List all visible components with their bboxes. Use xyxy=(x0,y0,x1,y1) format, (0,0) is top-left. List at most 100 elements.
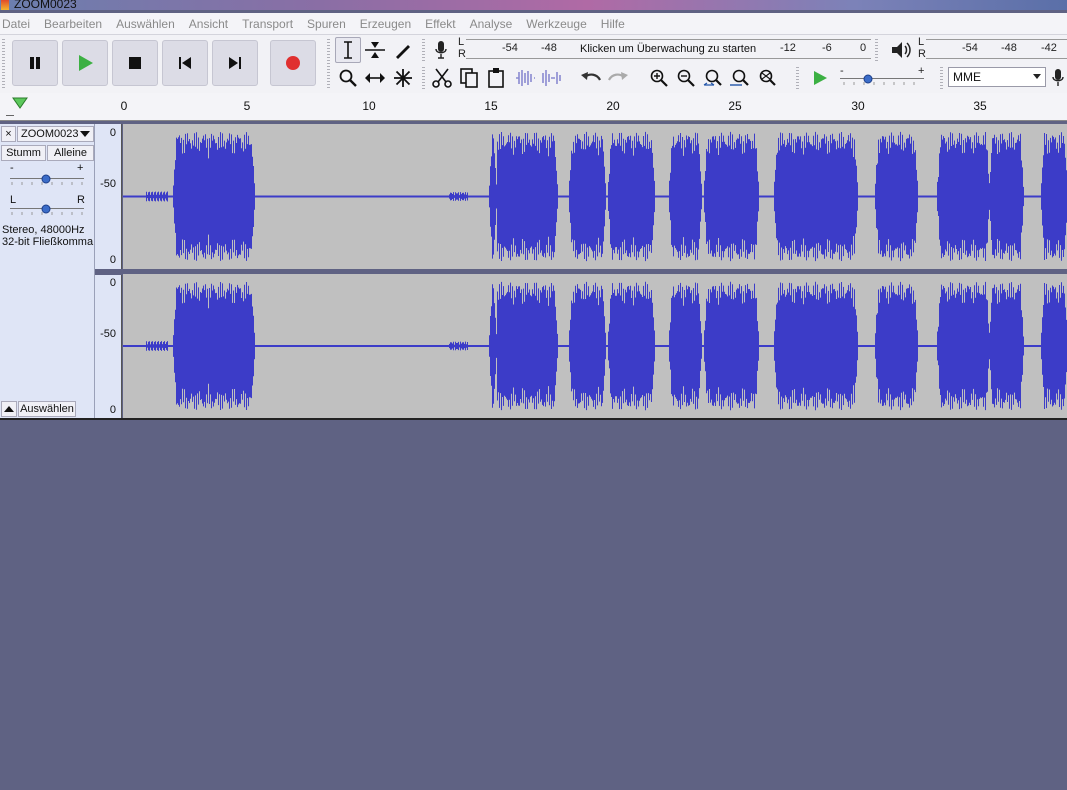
skip-start-icon xyxy=(179,57,191,69)
play-speed-slider[interactable] xyxy=(840,71,925,87)
scale-label: 0 xyxy=(109,404,116,416)
envelope-tool[interactable] xyxy=(362,37,388,63)
toolbar-grip[interactable] xyxy=(940,67,943,89)
toolbar-area: L R -54 -48 Klicken um Überwachung zu st… xyxy=(0,35,1067,93)
stop-button[interactable] xyxy=(112,40,158,86)
collapse-button[interactable] xyxy=(1,401,17,417)
paste-icon xyxy=(488,68,504,88)
zoom-in-icon xyxy=(650,69,668,87)
vertical-scale-top[interactable]: 0 -50 0 xyxy=(95,124,122,269)
audio-host-select[interactable]: MME xyxy=(948,67,1046,87)
solo-button[interactable]: Alleine xyxy=(47,145,94,161)
recording-device-icon xyxy=(1048,65,1067,91)
skip-to-end-button[interactable] xyxy=(212,40,258,86)
redo-icon xyxy=(608,72,628,81)
toolbar-grip[interactable] xyxy=(422,67,425,89)
ruler-label: 35 xyxy=(973,99,987,113)
menu-erzeugen[interactable]: Erzeugen xyxy=(360,17,411,31)
menu-spuren[interactable]: Spuren xyxy=(307,17,346,31)
waveform-right xyxy=(123,281,1067,411)
audio-host-value: MME xyxy=(953,70,981,84)
toolbar-grip[interactable] xyxy=(327,39,330,89)
app-icon xyxy=(1,0,9,10)
toolbar-grip[interactable] xyxy=(875,39,878,61)
timeshift-icon xyxy=(365,73,385,83)
menu-werkzeuge[interactable]: Werkzeuge xyxy=(526,17,586,31)
track-bottom-border xyxy=(0,418,1067,420)
track-format: Stereo, 48000Hz xyxy=(2,224,85,236)
microphone-icon xyxy=(1051,69,1064,86)
timeline-ruler[interactable]: 0 5 10 15 20 25 30 35 xyxy=(0,93,1067,121)
waveform-channel-right[interactable] xyxy=(123,274,1067,418)
vertical-scale-bottom[interactable]: 0 -50 0 xyxy=(95,274,122,418)
cut-button[interactable] xyxy=(429,65,455,91)
paste-button[interactable] xyxy=(483,65,509,91)
record-icon xyxy=(286,56,300,70)
pause-icon xyxy=(30,57,40,69)
waveform-channel-left[interactable] xyxy=(123,124,1067,269)
play-at-speed-button[interactable] xyxy=(807,65,833,91)
close-icon: × xyxy=(5,128,12,140)
zoom-in-button[interactable] xyxy=(646,65,672,91)
title-bar: ZOOM0023 xyxy=(0,0,1067,10)
record-button[interactable] xyxy=(270,40,316,86)
toolbar-grip[interactable] xyxy=(2,39,5,89)
undo-button[interactable] xyxy=(578,65,604,91)
silence-button[interactable] xyxy=(539,65,565,91)
speaker-icon xyxy=(892,42,911,58)
track-close-button[interactable]: × xyxy=(1,126,16,142)
play-head-triangle-icon[interactable] xyxy=(12,97,28,109)
trim-button[interactable] xyxy=(512,65,538,91)
trim-icon xyxy=(516,70,535,86)
track-info: Stereo, 48000Hz 32-bit Fließkomma xyxy=(2,224,93,248)
draw-tool[interactable] xyxy=(390,37,416,63)
mute-button[interactable]: Stumm xyxy=(1,145,46,161)
zoom-toggle-button[interactable] xyxy=(754,65,780,91)
track-select-button[interactable]: Auswählen xyxy=(18,401,76,417)
menu-datei[interactable]: Datei xyxy=(2,17,30,31)
toolbar-grip[interactable] xyxy=(796,67,799,89)
pan-slider[interactable] xyxy=(8,202,86,216)
toolbar-grip[interactable] xyxy=(422,39,425,61)
skip-to-start-button[interactable] xyxy=(162,40,208,86)
stop-icon xyxy=(129,57,141,69)
track-control-panel[interactable]: × ZOOM0023 Stumm Alleine - + L R Stereo,… xyxy=(0,124,95,418)
playback-meter-button[interactable] xyxy=(888,37,914,63)
track-name-menu[interactable]: ZOOM0023 xyxy=(17,126,94,142)
window-title: ZOOM0023 xyxy=(14,0,77,10)
microphone-icon xyxy=(435,41,447,59)
fit-selection-button[interactable] xyxy=(700,65,726,91)
menu-effekt[interactable]: Effekt xyxy=(425,17,455,31)
pause-button[interactable] xyxy=(12,40,58,86)
fit-project-button[interactable] xyxy=(727,65,753,91)
menu-ansicht[interactable]: Ansicht xyxy=(189,17,228,31)
draw-icon xyxy=(396,45,410,59)
timeshift-tool[interactable] xyxy=(362,65,388,91)
play-button[interactable] xyxy=(62,40,108,86)
envelope-icon xyxy=(365,42,385,58)
select-label: Auswählen xyxy=(20,403,74,415)
ruler-label: 5 xyxy=(243,99,251,113)
copy-button[interactable] xyxy=(456,65,482,91)
multi-tool[interactable] xyxy=(390,65,416,91)
menu-auswaehlen[interactable]: Auswählen xyxy=(116,17,175,31)
redo-button[interactable] xyxy=(605,65,631,91)
menu-bearbeiten[interactable]: Bearbeiten xyxy=(44,17,102,31)
ruler-label: 25 xyxy=(728,99,742,113)
menu-hilfe[interactable]: Hilfe xyxy=(601,17,625,31)
track-bit-depth: 32-bit Fließkomma xyxy=(2,236,94,248)
zoom-tool[interactable] xyxy=(335,65,361,91)
scale-label: 0 xyxy=(109,127,116,139)
fit-project-icon xyxy=(730,69,749,86)
selection-tool[interactable] xyxy=(335,37,361,63)
menu-transport[interactable]: Transport xyxy=(242,17,293,31)
playback-meter-scale xyxy=(926,39,1067,59)
gain-slider[interactable] xyxy=(8,172,86,186)
scale-label: -50 xyxy=(100,328,116,340)
meter-l-label: L xyxy=(458,36,465,48)
menu-analyse[interactable]: Analyse xyxy=(470,17,513,31)
zoom-toggle-icon xyxy=(759,69,776,86)
record-meter-button[interactable] xyxy=(428,37,454,63)
silence-icon xyxy=(542,70,561,86)
zoom-out-button[interactable] xyxy=(673,65,699,91)
